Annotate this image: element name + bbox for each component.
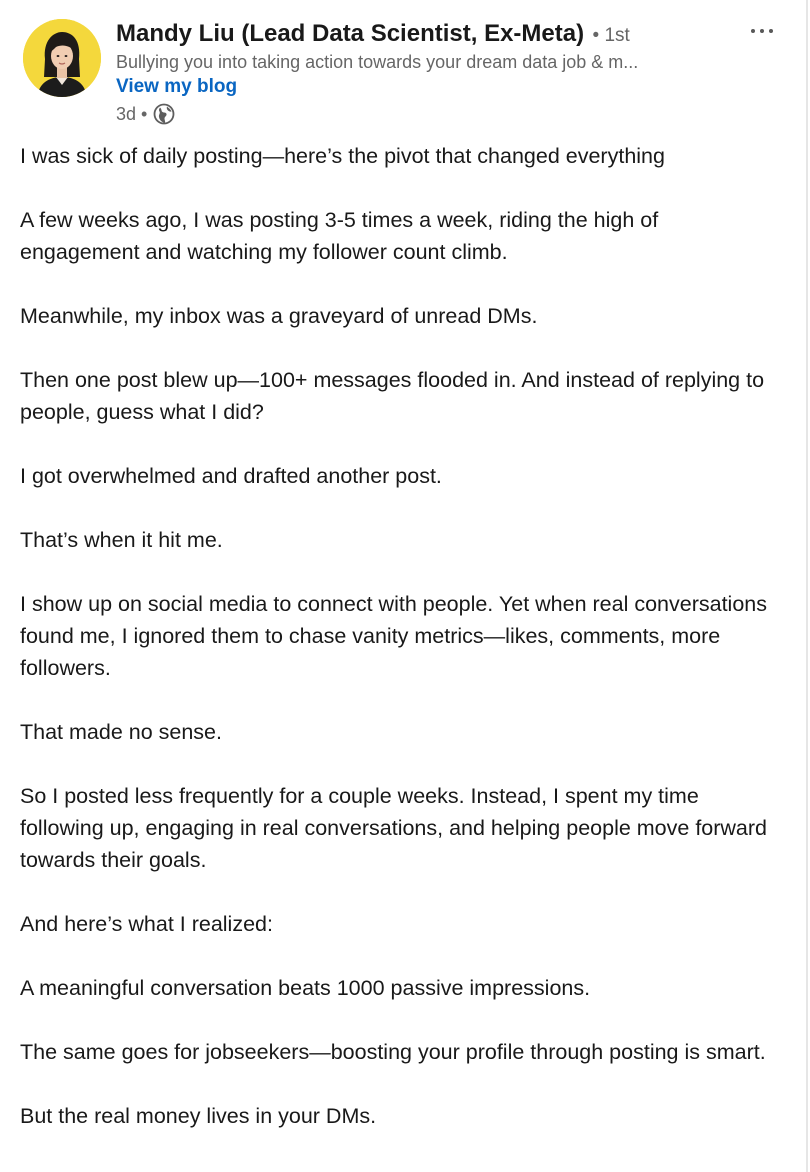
more-options-button[interactable]	[745, 18, 779, 44]
globe-icon	[153, 103, 175, 125]
author-headline: Bullying you into taking action towards …	[116, 52, 639, 72]
post-paragraph: But the real money lives in your DMs.	[20, 1104, 377, 1128]
author-name-line: Mandy Liu (Lead Data Scientist, Ex-Meta)…	[116, 19, 756, 49]
more-options-icon	[751, 29, 773, 33]
author-meta: Mandy Liu (Lead Data Scientist, Ex-Meta)…	[116, 19, 756, 128]
post-body: I was sick of daily posting—here’s the p…	[20, 140, 780, 1164]
post-paragraph: Then one post blew up—100+ messages floo…	[20, 368, 765, 424]
post-paragraph: That’s when it hit me.	[20, 528, 223, 552]
post-paragraph: I was sick of daily posting—here’s the p…	[20, 144, 665, 168]
connection-degree: • 1st	[592, 25, 630, 46]
post-paragraph: I show up on social media to connect wit…	[20, 592, 767, 680]
avatar-image	[23, 19, 101, 97]
post-time: 3d •	[116, 100, 756, 128]
post-header: Mandy Liu (Lead Data Scientist, Ex-Meta)…	[23, 19, 763, 134]
post-paragraph: A meaningful conversation beats 1000 pas…	[20, 976, 591, 1000]
post-paragraph: Meanwhile, my inbox was a graveyard of u…	[20, 304, 538, 328]
post-paragraph: The same goes for jobseekers—boosting yo…	[20, 1040, 766, 1064]
post-paragraph: That made no sense.	[20, 720, 222, 744]
post-paragraph: I got overwhelmed and drafted another po…	[20, 464, 442, 488]
view-blog-link[interactable]: View my blog	[116, 74, 237, 100]
post-paragraph: So I posted less frequently for a couple…	[20, 784, 768, 872]
avatar[interactable]	[23, 19, 101, 97]
post-paragraph: A few weeks ago, I was posting 3-5 times…	[20, 208, 659, 264]
post-paragraph: And here’s what I realized:	[20, 912, 273, 936]
author-name[interactable]: Mandy Liu (Lead Data Scientist, Ex-Meta)	[116, 20, 584, 47]
post-card: Mandy Liu (Lead Data Scientist, Ex-Meta)…	[0, 0, 808, 1172]
post-timestamp: 3d •	[116, 104, 148, 124]
